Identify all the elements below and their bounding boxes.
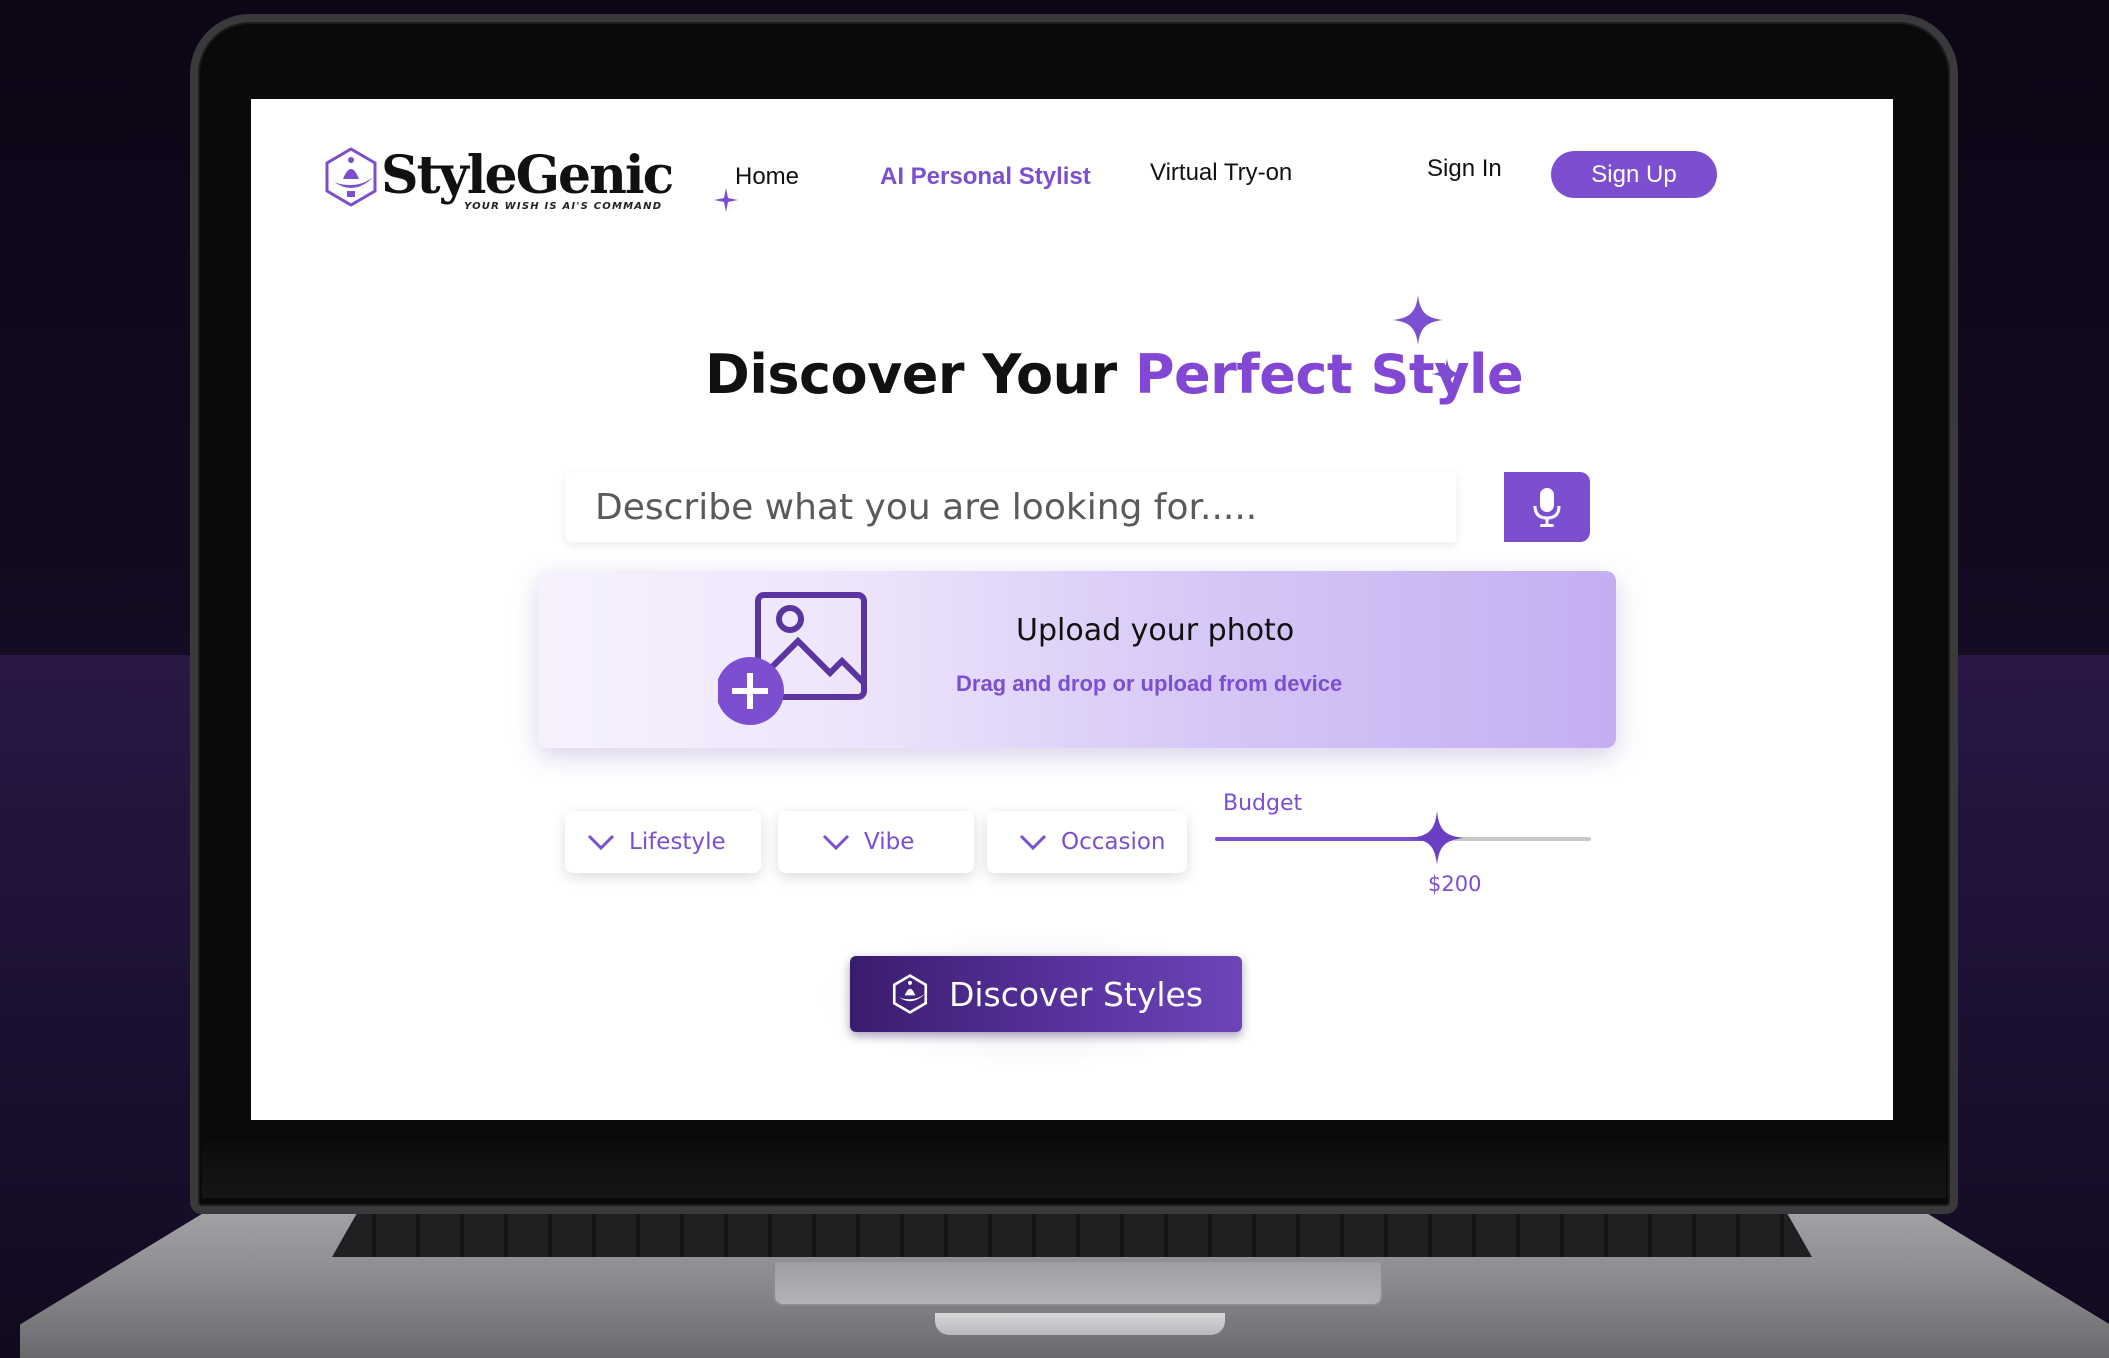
brand-logo[interactable]: StyleGenic YOUR WISH IS AI'S COMMAND	[319, 143, 738, 223]
discover-styles-label: Discover Styles	[948, 974, 1204, 1014]
occasion-dropdown[interactable]: Occasion	[987, 811, 1187, 873]
vibe-dropdown[interactable]: Vibe	[778, 811, 974, 873]
budget-slider[interactable]	[1215, 811, 1591, 865]
title-accent: Perfect Style	[1134, 343, 1524, 406]
image-upload-icon	[718, 592, 867, 725]
sign-in-link[interactable]: Sign In	[1427, 155, 1502, 183]
sparkle-icon	[714, 188, 738, 212]
laptop-bezel	[202, 1140, 1946, 1198]
nav-home-link[interactable]: Home	[735, 163, 799, 191]
page-title: Discover Your Perfect Style	[705, 343, 1524, 406]
budget-value: $200	[1428, 872, 1482, 896]
brand-tagline: YOUR WISH IS AI'S COMMAND	[464, 201, 663, 212]
vibe-label: Vibe	[864, 829, 915, 855]
photo-upload-dropzone[interactable]: Upload your photo Drag and drop or uploa…	[538, 571, 1616, 748]
upload-title: Upload your photo	[1016, 613, 1295, 648]
lifestyle-dropdown[interactable]: Lifestyle	[565, 811, 761, 873]
nav-ai-stylist-link[interactable]: AI Personal Stylist	[880, 163, 1091, 191]
sparkle-icon	[1431, 358, 1463, 390]
voice-input-button[interactable]	[1504, 472, 1590, 542]
title-plain: Discover Your	[705, 343, 1135, 406]
chevron-down-icon	[822, 834, 850, 851]
lifestyle-label: Lifestyle	[629, 829, 726, 855]
budget-slider-fill	[1215, 837, 1437, 841]
chevron-down-icon	[587, 834, 615, 851]
occasion-label: Occasion	[1061, 829, 1166, 855]
laptop-trackpad	[773, 1262, 1383, 1306]
microphone-icon	[1533, 488, 1561, 527]
upload-subtitle[interactable]: Drag and drop or upload from device	[956, 671, 1342, 697]
lamp-logo-icon	[325, 147, 377, 207]
sign-up-button[interactable]: Sign Up	[1551, 151, 1717, 198]
lamp-logo-icon	[892, 974, 928, 1014]
discover-styles-button[interactable]: Discover Styles	[850, 956, 1242, 1032]
laptop-screen: StyleGenic YOUR WISH IS AI'S COMMAND Hom…	[251, 99, 1893, 1120]
slider-star-thumb-icon[interactable]	[1409, 811, 1464, 865]
budget-label: Budget	[1223, 791, 1303, 816]
laptop-notch	[935, 1313, 1225, 1335]
nav-virtual-tryon-link[interactable]: Virtual Try-on	[1150, 159, 1292, 187]
chevron-down-icon	[1019, 834, 1047, 851]
style-description-input[interactable]	[565, 472, 1456, 542]
sparkle-icon	[1393, 295, 1443, 345]
brand-name: StyleGenic	[381, 145, 674, 206]
